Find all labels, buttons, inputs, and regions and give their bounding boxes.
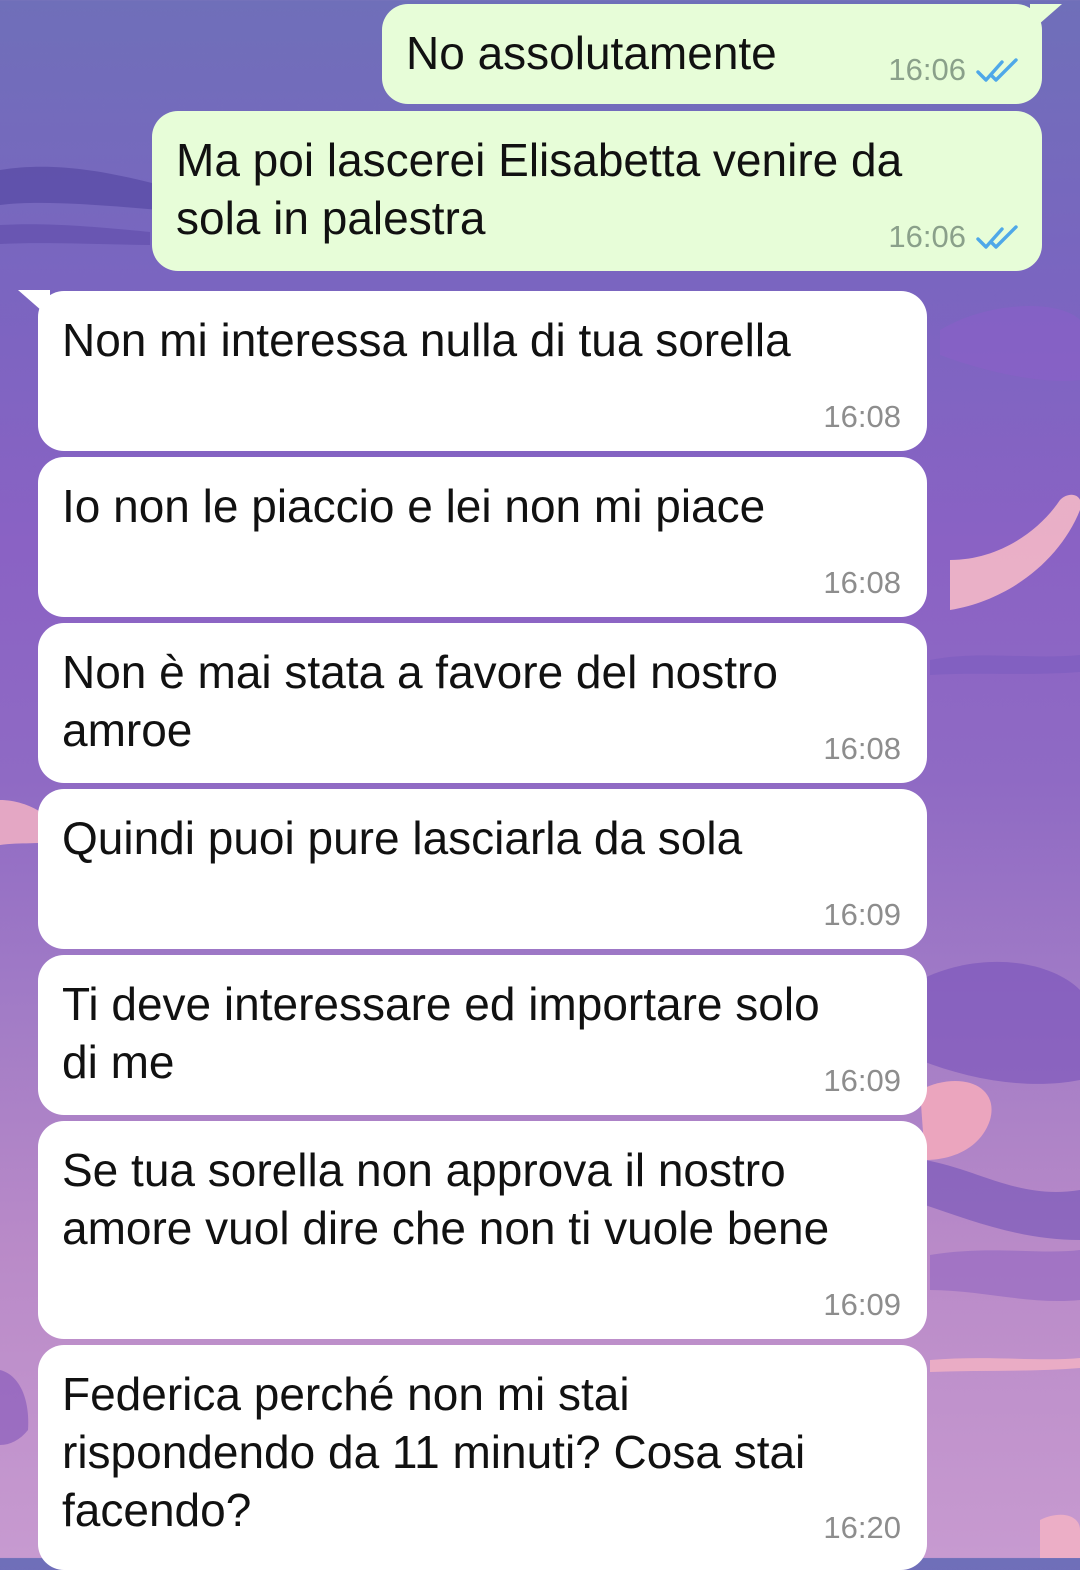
cloud-shape xyxy=(0,1370,29,1445)
message-time: 16:09 xyxy=(823,897,901,932)
message-bubble-incoming[interactable]: Quindi puoi pure lasciarla da sola 16:09 xyxy=(38,789,927,949)
message-text: Ti deve interessare ed importare solo di… xyxy=(62,978,820,1088)
swirl-shape xyxy=(930,655,1080,675)
double-check-icon xyxy=(976,58,1018,82)
message-time: 16:08 xyxy=(823,731,901,766)
message-text: Io non le piaccio e lei non mi piace xyxy=(62,480,766,532)
message-time: 16:09 xyxy=(823,1287,901,1322)
message-bubble-incoming[interactable]: Io non le piaccio e lei non mi piace 16:… xyxy=(38,457,927,617)
message-time: 16:08 xyxy=(823,399,901,434)
cloud-shape xyxy=(0,224,150,245)
message-bubble-incoming[interactable]: Non mi interessa nulla di tua sorella 16… xyxy=(38,291,927,451)
cloud-shape xyxy=(1040,1514,1080,1558)
message-time: 16:06 xyxy=(888,219,966,254)
message-time: 16:09 xyxy=(823,1063,901,1098)
message-text: Quindi puoi pure lasciarla da sola xyxy=(62,812,743,864)
cloud-shape xyxy=(920,1081,992,1160)
message-bubble-incoming[interactable]: Se tua sorella non approva il nostro amo… xyxy=(38,1121,927,1339)
message-text: Non mi interessa nulla di tua sorella xyxy=(62,314,791,366)
swirl-shape xyxy=(950,494,1080,610)
cloud-shape xyxy=(925,1160,1080,1240)
cloud-shape xyxy=(940,306,1080,381)
message-bubble-incoming[interactable]: Ti deve interessare ed importare solo di… xyxy=(38,955,927,1115)
message-text: Federica perché non mi stai rispondendo … xyxy=(62,1368,806,1536)
message-bubble-incoming[interactable]: Non è mai stata a favore del nostro amro… xyxy=(38,623,927,783)
message-time: 16:08 xyxy=(823,565,901,600)
cloud-shape xyxy=(930,1358,1080,1372)
message-time: 16:20 xyxy=(823,1510,901,1545)
double-check-icon xyxy=(976,225,1018,249)
message-bubble-outgoing[interactable]: No assolutamente 16:06 xyxy=(382,4,1042,104)
message-text: Non è mai stata a favore del nostro amro… xyxy=(62,646,778,756)
cloud-shape xyxy=(0,166,160,210)
message-bubble-outgoing[interactable]: Ma poi lascerei Elisabetta venire da sol… xyxy=(152,111,1042,271)
message-time: 16:06 xyxy=(888,52,966,87)
message-text: Se tua sorella non approva il nostro amo… xyxy=(62,1144,830,1254)
cloud-shape xyxy=(920,961,1080,1084)
cloud-shape xyxy=(930,1250,1080,1302)
message-bubble-incoming[interactable]: Federica perché non mi stai rispondendo … xyxy=(38,1345,927,1570)
